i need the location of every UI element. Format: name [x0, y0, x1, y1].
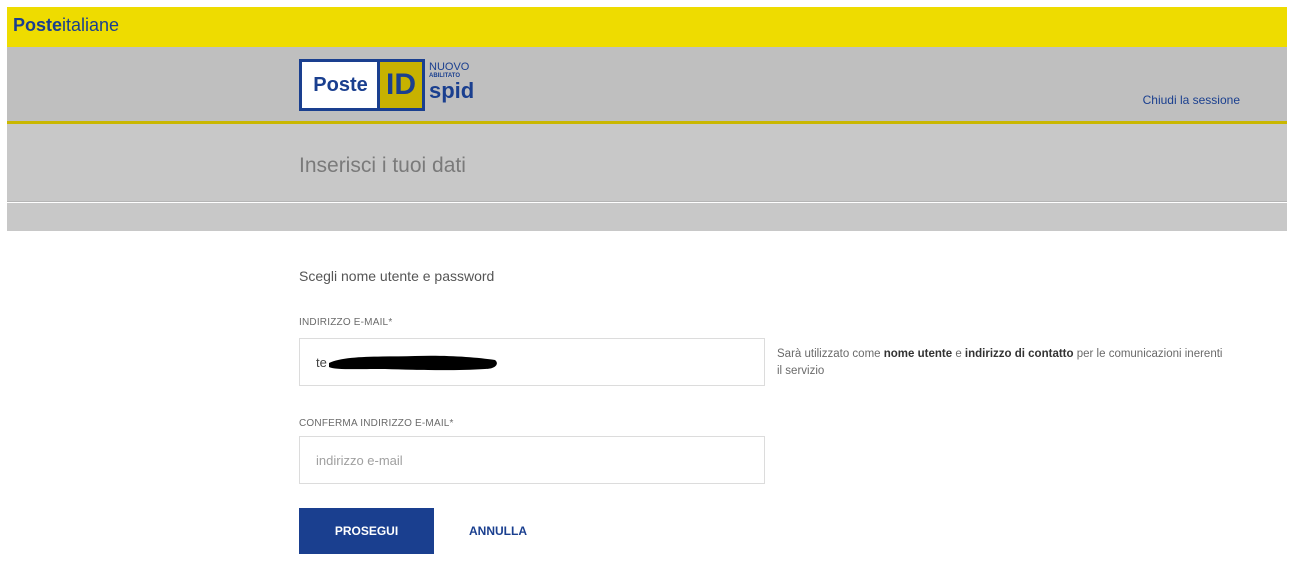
helper-bold-contact: indirizzo di contatto	[964, 348, 1074, 360]
helper-bold-username: nome utente	[883, 348, 953, 360]
logo-nuovo-text: NUOVO	[429, 61, 470, 73]
spid-badge: NUOVO ABILITATO spid	[429, 61, 481, 109]
continue-button[interactable]: PROSEGUI	[299, 508, 434, 554]
brand-thin: italiane	[62, 15, 120, 35]
logo-spid-text: spid	[429, 78, 475, 103]
poste-italiane-logo[interactable]: Posteitaliane	[13, 15, 119, 36]
page-title: Inserisci i tuoi dati	[299, 154, 466, 177]
sub-bar	[7, 203, 1287, 231]
logo-id-text: ID	[377, 59, 425, 111]
confirm-email-field[interactable]	[299, 436, 765, 484]
top-brand-bar: Posteitaliane	[7, 7, 1287, 47]
email-label: INDIRIZZO E-MAIL*	[299, 317, 393, 328]
posteid-spid-logo: Poste ID NUOVO ABILITATO spid	[299, 59, 481, 111]
header: Poste ID NUOVO ABILITATO spid Chiudi la …	[7, 47, 1287, 122]
title-bar: Inserisci i tuoi dati	[7, 124, 1287, 202]
redaction-mark	[329, 355, 497, 371]
helper-pre: Sarà utilizzato come	[777, 348, 884, 360]
cancel-button[interactable]: ANNULLA	[469, 524, 527, 538]
brand-bold: Poste	[13, 15, 63, 35]
confirm-email-label: CONFERMA INDIRIZZO E-MAIL*	[299, 418, 454, 429]
helper-mid: e	[952, 348, 965, 360]
logo-poste-text: Poste	[299, 59, 379, 111]
email-helper-text: Sarà utilizzato come nome utente e indir…	[777, 346, 1227, 380]
close-session-link[interactable]: Chiudi la sessione	[1143, 93, 1240, 107]
section-title: Scegli nome utente e password	[299, 268, 495, 284]
